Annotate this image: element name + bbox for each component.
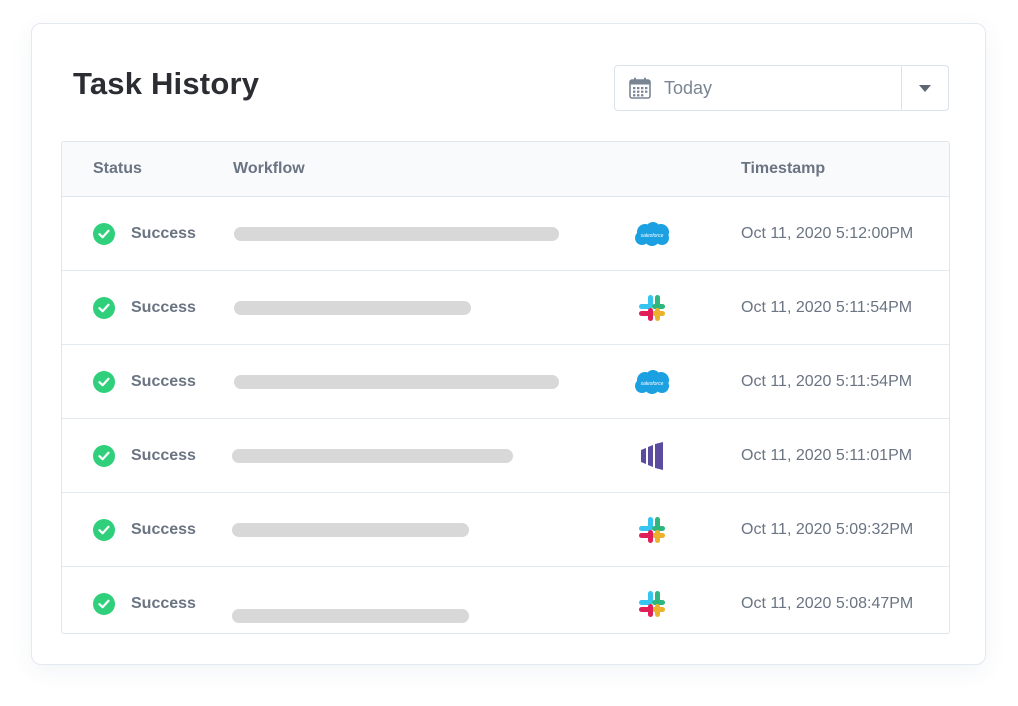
table-row[interactable]: Success salesforce Oct 11, 2020 5:11:54P… [62, 345, 949, 419]
table-row[interactable]: Success Oct 11, 2020 5:09:32PM [62, 493, 949, 567]
timestamp: Oct 11, 2020 5:11:54PM [741, 299, 913, 316]
check-circle-icon [93, 592, 115, 615]
workflow-name-placeholder [234, 301, 471, 315]
check-circle-icon [93, 296, 115, 319]
page-title: Task History [73, 66, 260, 101]
status-label: Success [131, 446, 196, 464]
timestamp: Oct 11, 2020 5:11:01PM [741, 447, 913, 464]
slack-icon [632, 515, 672, 545]
date-filter-value: Today [664, 77, 713, 98]
status-label: Success [131, 224, 196, 242]
check-circle-icon [93, 444, 115, 467]
chevron-down-icon [919, 84, 931, 92]
slack-icon [632, 293, 672, 323]
column-header-timestamp[interactable]: Timestamp [741, 142, 825, 196]
task-history-table: Status Workflow Timestamp Success salesf… [61, 141, 950, 634]
calendar-icon [629, 77, 651, 99]
marketo-icon [632, 441, 672, 471]
check-circle-icon [93, 370, 115, 393]
timestamp: Oct 11, 2020 5:09:32PM [741, 521, 914, 538]
timestamp: Oct 11, 2020 5:12:00PM [741, 225, 914, 242]
status-label: Success [131, 594, 196, 612]
status-label: Success [131, 298, 196, 316]
check-circle-icon [93, 222, 115, 245]
workflow-name-placeholder [232, 609, 469, 623]
table-row[interactable]: Success Oct 11, 2020 5:11:54PM [62, 271, 949, 345]
timestamp: Oct 11, 2020 5:11:54PM [741, 373, 913, 390]
status-cell: Success [93, 345, 196, 418]
status-cell: Success [93, 419, 196, 492]
table-row[interactable]: Success Oct 11, 2020 5:08:47PM [62, 567, 949, 633]
date-filter-select[interactable]: Today [614, 65, 949, 111]
date-filter-dropdown-button[interactable] [902, 66, 948, 110]
status-label: Success [131, 372, 196, 390]
svg-text:salesforce: salesforce [641, 381, 664, 387]
svg-text:salesforce: salesforce [641, 233, 664, 239]
column-header-workflow[interactable]: Workflow [233, 142, 305, 196]
check-circle-icon [93, 518, 115, 541]
salesforce-icon: salesforce [632, 367, 672, 397]
task-history-card: Task History Today Status Workflow Times… [31, 23, 986, 665]
column-header-status[interactable]: Status [93, 142, 142, 196]
workflow-name-placeholder [234, 375, 559, 389]
status-cell: Success [93, 567, 196, 633]
status-cell: Success [93, 493, 196, 566]
workflow-name-placeholder [234, 227, 559, 241]
slack-icon [632, 589, 672, 619]
status-label: Success [131, 520, 196, 538]
status-cell: Success [93, 197, 196, 270]
timestamp: Oct 11, 2020 5:08:47PM [741, 595, 914, 612]
date-filter-field[interactable]: Today [615, 66, 902, 110]
workflow-name-placeholder [232, 523, 469, 537]
salesforce-icon: salesforce [632, 219, 672, 249]
status-cell: Success [93, 271, 196, 344]
table-row[interactable]: Success salesforce Oct 11, 2020 5:12:00P… [62, 197, 949, 271]
table-row[interactable]: Success Oct 11, 2020 5:11:01PM [62, 419, 949, 493]
workflow-name-placeholder [232, 449, 513, 463]
table-header: Status Workflow Timestamp [62, 142, 949, 197]
